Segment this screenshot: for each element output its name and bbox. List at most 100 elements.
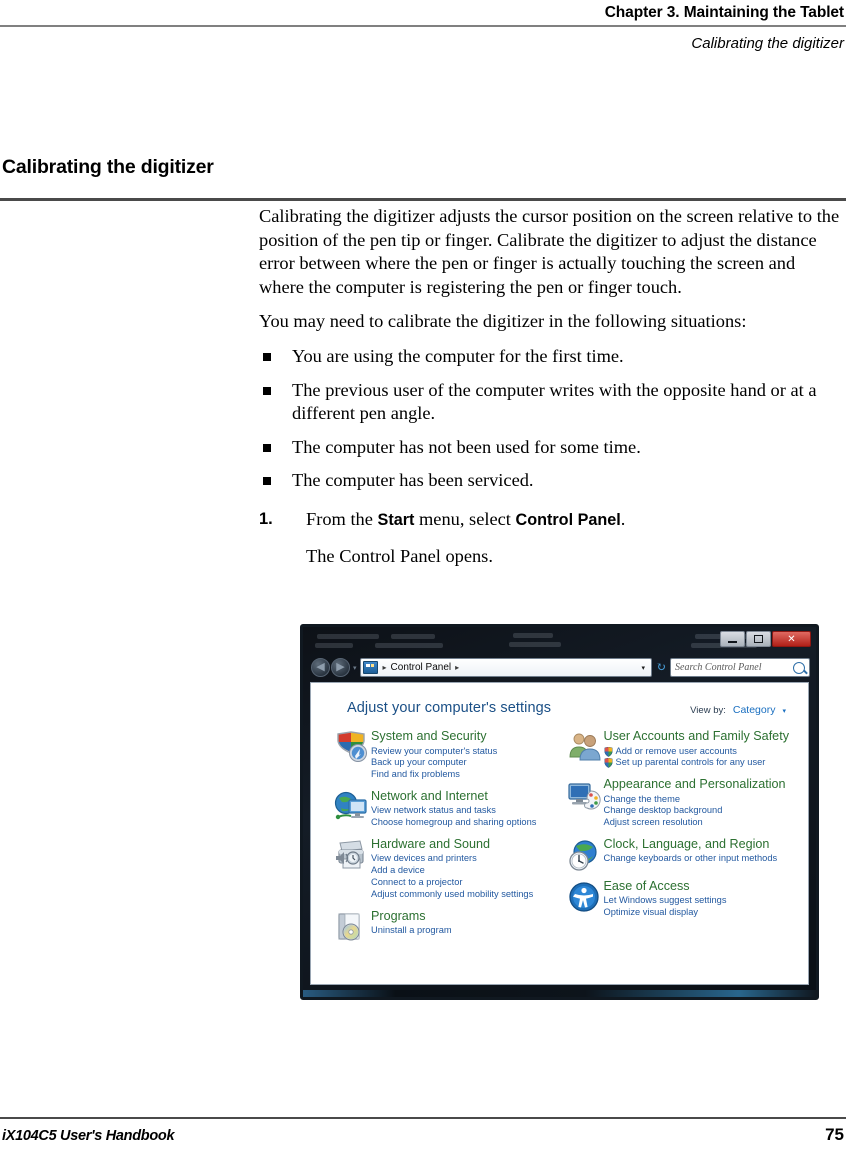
list-item: The computer has been serviced. <box>259 469 844 493</box>
category-link[interactable]: Adjust screen resolution <box>604 817 803 829</box>
running-header: Chapter 3. Maintaining the Tablet Calibr… <box>0 0 846 52</box>
category-link[interactable]: Change desktop background <box>604 805 803 817</box>
category-link[interactable]: View devices and printers <box>371 853 554 865</box>
category-title[interactable]: Clock, Language, and Region <box>604 837 803 853</box>
category-link[interactable]: Let Windows suggest settings <box>604 895 803 907</box>
category-body: Programs Uninstall a program <box>371 909 560 943</box>
situations-list: You are using the computer for the first… <box>259 345 844 493</box>
address-bar[interactable]: ▸ Control Panel ▸ ▾ <box>359 658 652 677</box>
list-item-text: The computer has not been used for some … <box>292 436 641 457</box>
category-title[interactable]: Programs <box>371 909 554 925</box>
step-text-middle: menu, select <box>414 508 516 529</box>
category-link-text: Add or remove user accounts <box>615 745 737 756</box>
step-result-text: The Control Panel opens. <box>306 545 493 566</box>
recent-pages-caret-icon[interactable]: ▾ <box>353 664 357 672</box>
category-title[interactable]: Ease of Access <box>604 879 803 895</box>
category-link[interactable]: Review your computer's status <box>371 746 554 758</box>
category-link[interactable]: Find and fix problems <box>371 769 554 781</box>
titlebar-glass-artifact <box>313 632 757 654</box>
search-box[interactable]: Search Control Panel <box>670 658 810 677</box>
window-controls: ✕ <box>720 631 811 647</box>
category-body: Network and Internet View network status… <box>371 789 560 829</box>
category-title[interactable]: Appearance and Personalization <box>604 777 803 793</box>
start-menu-reference: Start <box>377 510 415 529</box>
category-column-left: System and Security Review your computer… <box>311 729 560 951</box>
step-text-after: . <box>620 508 626 529</box>
body-content: Calibrating the digitizer adjusts the cu… <box>259 205 844 568</box>
category-body: User Accounts and Family Safety Add or r… <box>604 729 809 769</box>
chevron-down-icon[interactable]: ▾ <box>782 707 786 715</box>
page-title: Calibrating the digitizer <box>2 156 214 179</box>
category-link[interactable]: Add a device <box>371 865 554 877</box>
refresh-icon[interactable]: ↻ <box>652 660 670 675</box>
step-text: From the Start menu, select Control Pane… <box>306 509 625 529</box>
breadcrumb-control-panel[interactable]: Control Panel <box>391 662 452 673</box>
category-link[interactable]: Set up parental controls for any user <box>604 757 803 769</box>
category-link[interactable]: Adjust commonly used mobility settings <box>371 889 554 901</box>
category-system-and-security: System and Security Review your computer… <box>331 729 560 781</box>
breadcrumb-separator-icon[interactable]: ▸ <box>451 663 463 672</box>
category-body: Clock, Language, and Region Change keybo… <box>604 837 809 871</box>
close-button[interactable]: ✕ <box>772 631 811 647</box>
category-title[interactable]: User Accounts and Family Safety <box>604 729 803 745</box>
breadcrumb-separator-icon: ▸ <box>382 663 387 672</box>
category-title[interactable]: System and Security <box>371 729 554 745</box>
category-link[interactable]: Connect to a projector <box>371 877 554 889</box>
category-link[interactable]: Uninstall a program <box>371 925 554 937</box>
control-panel-content-pane: Adjust your computer's settings View by:… <box>310 682 809 985</box>
forward-button[interactable]: ▶ <box>331 658 350 677</box>
category-link[interactable]: Change the theme <box>604 794 803 806</box>
category-link[interactable]: Choose homegroup and sharing options <box>371 817 554 829</box>
category-ease-of-access: Ease of Access Let Windows suggest setti… <box>564 879 809 919</box>
category-link[interactable]: Back up your computer <box>371 757 554 769</box>
search-input[interactable]: Search Control Panel <box>675 662 793 673</box>
list-item-text: The previous user of the computer writes… <box>292 379 817 424</box>
step-text-before: From the <box>306 508 378 529</box>
address-dropdown-caret-icon[interactable]: ▾ <box>641 664 649 672</box>
maximize-button[interactable] <box>746 631 771 647</box>
clock-globe-icon <box>564 837 604 871</box>
footer-divider <box>0 1117 846 1119</box>
page-number: 75 <box>825 1125 844 1144</box>
category-body: Ease of Access Let Windows suggest setti… <box>604 879 809 919</box>
category-clock-language-and-region: Clock, Language, and Region Change keybo… <box>564 837 809 871</box>
category-link[interactable]: Add or remove user accounts <box>604 746 803 758</box>
pane-header: Adjust your computer's settings View by:… <box>311 683 808 716</box>
list-item: The previous user of the computer writes… <box>259 379 844 426</box>
control-panel-window: ✕ ◀ ▶ ▾ ▸ Control Panel ▸ ▾ ↻ Search Con… <box>300 624 819 1000</box>
list-item-text: The computer has been serviced. <box>292 470 534 491</box>
lead-in-paragraph: You may need to calibrate the digitizer … <box>259 311 747 332</box>
square-bullet-icon <box>263 443 271 452</box>
view-by-value[interactable]: Category <box>733 704 776 716</box>
nav-arrow-group: ◀ ▶ ▾ <box>311 658 360 677</box>
step-number: 1. <box>259 509 273 528</box>
category-programs: Programs Uninstall a program <box>331 909 560 943</box>
square-bullet-icon <box>263 386 271 395</box>
users-icon <box>564 729 604 769</box>
handbook-title: iX104C5 User's Handbook <box>2 1128 175 1144</box>
category-title[interactable]: Hardware and Sound <box>371 837 554 853</box>
list-item: You are using the computer for the first… <box>259 345 844 369</box>
category-title[interactable]: Network and Internet <box>371 789 554 805</box>
navigation-bar: ◀ ▶ ▾ ▸ Control Panel ▸ ▾ ↻ Search Contr… <box>309 655 810 680</box>
control-panel-reference: Control Panel <box>515 510 621 529</box>
procedure-steps: 1. From the Start menu, select Control P… <box>259 508 844 568</box>
category-body: System and Security Review your computer… <box>371 729 560 781</box>
search-icon <box>793 661 805 674</box>
chapter-title: Chapter 3. Maintaining the Tablet <box>604 4 844 21</box>
back-button[interactable]: ◀ <box>311 658 330 677</box>
category-link[interactable]: Optimize visual display <box>604 907 803 919</box>
category-link[interactable]: Change keyboards or other input methods <box>604 853 803 865</box>
view-by-control[interactable]: View by: Category ▾ <box>690 700 786 716</box>
category-body: Hardware and Sound View devices and prin… <box>371 837 560 901</box>
category-hardware-and-sound: Hardware and Sound View devices and prin… <box>331 837 560 901</box>
intro-paragraph: Calibrating the digitizer adjusts the cu… <box>259 206 840 297</box>
category-user-accounts-and-family-safety: User Accounts and Family Safety Add or r… <box>564 729 809 769</box>
uac-shield-icon <box>604 746 612 757</box>
uac-shield-icon <box>604 758 612 769</box>
category-column-right: User Accounts and Family Safety Add or r… <box>560 729 809 951</box>
category-link[interactable]: View network status and tasks <box>371 805 554 817</box>
category-network-and-internet: Network and Internet View network status… <box>331 789 560 829</box>
minimize-button[interactable] <box>720 631 745 647</box>
list-item: The computer has not been used for some … <box>259 436 844 460</box>
